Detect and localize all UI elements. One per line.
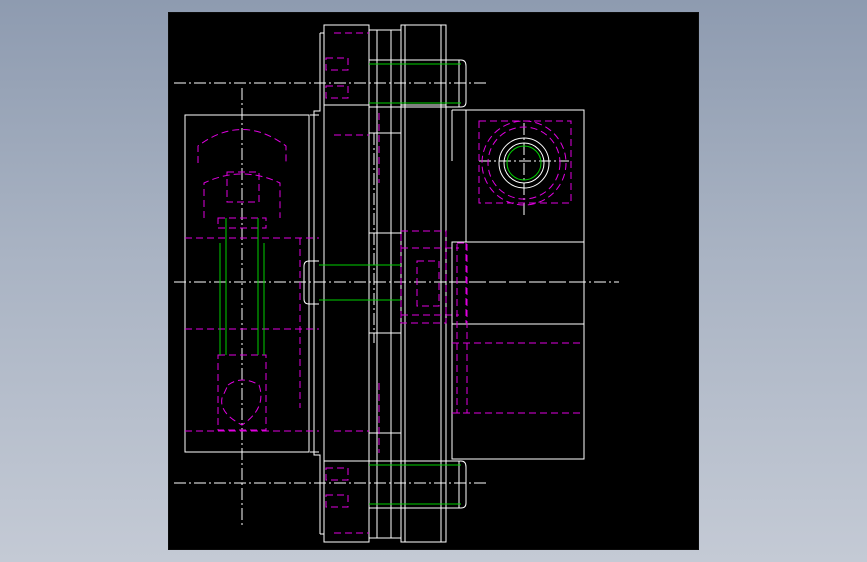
bottom-bolt [369,460,467,509]
bottom-bolt-thread [369,464,461,505]
cad-viewport[interactable] [168,12,699,550]
disc-pack-hidden-lines [325,32,459,534]
coupling-drawing [174,24,619,543]
left-hub-hidden-lines [185,129,319,432]
right-hub [451,109,585,460]
left-hub [184,114,319,453]
right-hub-hidden-lines [452,120,584,414]
